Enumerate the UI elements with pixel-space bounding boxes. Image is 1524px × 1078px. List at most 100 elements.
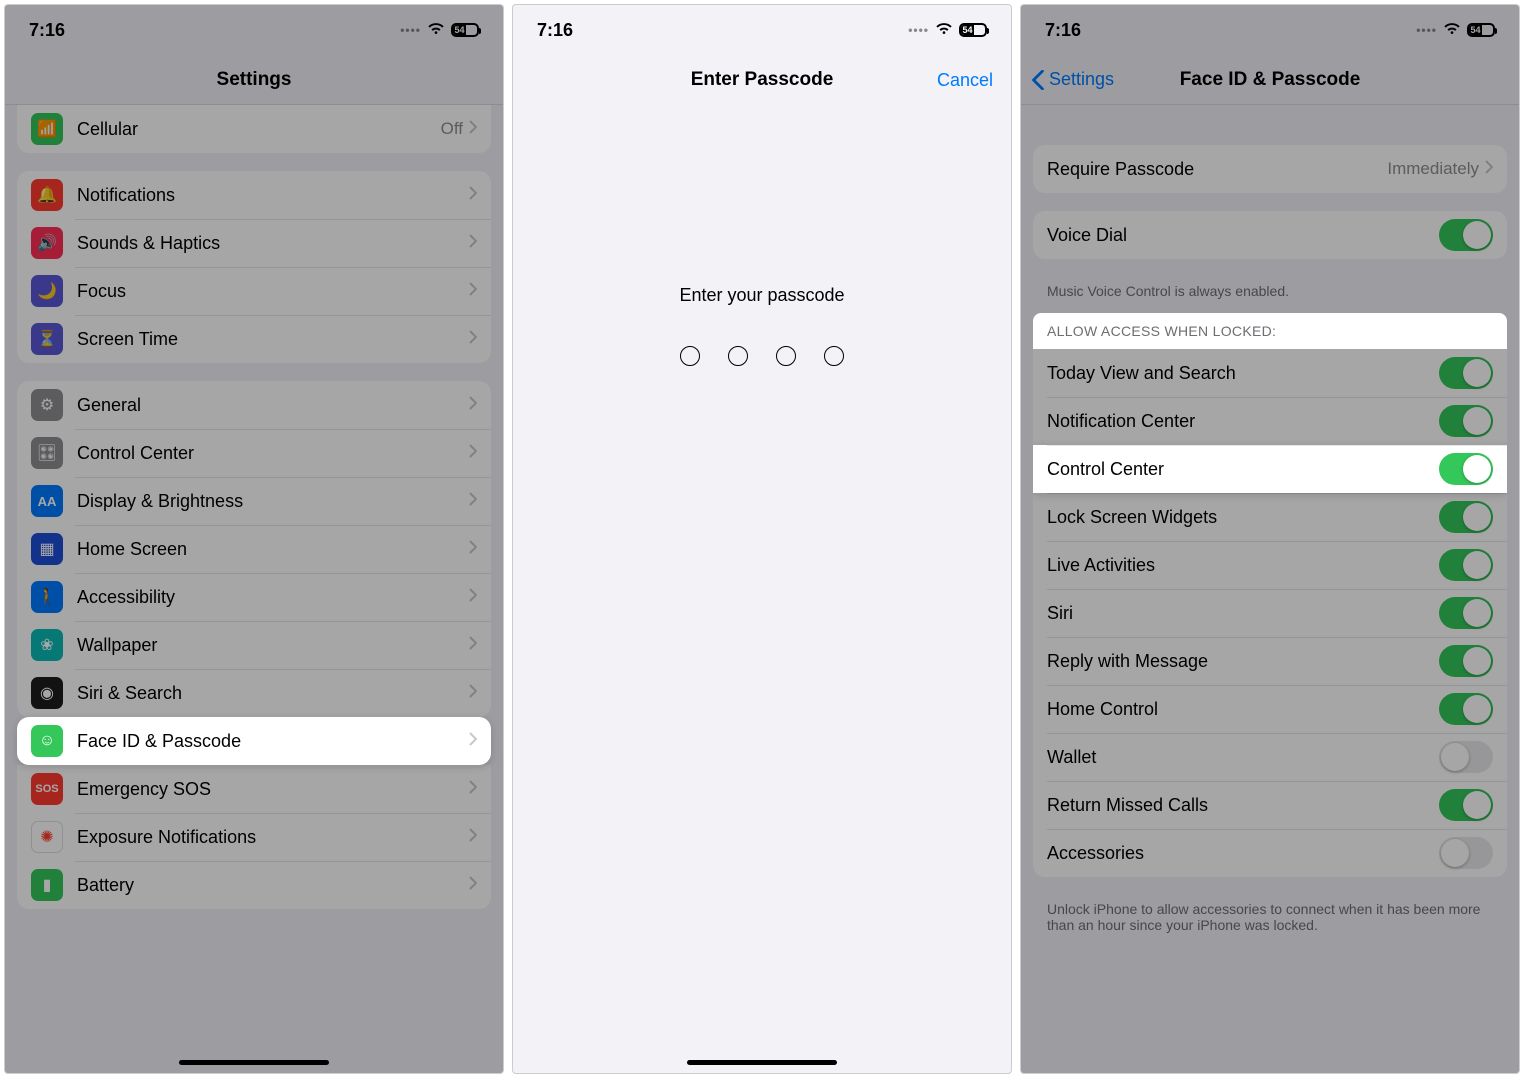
allow-siri-row[interactable]: Siri	[1033, 589, 1507, 637]
hourglass-icon: ⏳	[31, 323, 63, 355]
chevron-right-icon	[469, 828, 477, 847]
allow-return-missed-calls-row[interactable]: Return Missed Calls	[1033, 781, 1507, 829]
virus-icon: ✺	[31, 821, 63, 853]
allow-row-label: Lock Screen Widgets	[1047, 507, 1439, 528]
sliders-icon: 🎛	[31, 437, 63, 469]
nav-bar: Settings Face ID & Passcode	[1021, 55, 1519, 105]
allow-row-label: Accessories	[1047, 843, 1439, 864]
nav-bar: Settings	[5, 55, 503, 105]
cancel-button[interactable]: Cancel	[937, 70, 993, 91]
wifi-icon	[1443, 20, 1461, 41]
allow-notification-center-toggle[interactable]	[1439, 405, 1493, 437]
passcode-dot-3	[776, 346, 796, 366]
faceid-passcode-screen: 7:16 •••• 54 Settings Face ID & Passcode…	[1020, 4, 1520, 1074]
allow-row-label: Control Center	[1047, 459, 1439, 480]
status-time: 7:16	[1045, 20, 1081, 41]
allow-home-control-toggle[interactable]	[1439, 693, 1493, 725]
settings-siri-row[interactable]: ◉ Siri & Search	[17, 669, 491, 717]
settings-homescreen-row[interactable]: ▦ Home Screen	[17, 525, 491, 573]
settings-exposure-row[interactable]: ✺ Exposure Notifications	[17, 813, 491, 861]
faceid-content[interactable]: Require Passcode Immediately Voice Dial …	[1021, 105, 1519, 1073]
status-bar: 7:16 •••• 54	[1021, 5, 1519, 55]
settings-wallpaper-row[interactable]: ❀ Wallpaper	[17, 621, 491, 669]
allow-access-header: ALLOW ACCESS WHEN LOCKED:	[1033, 313, 1507, 349]
text-size-icon: AA	[31, 485, 63, 517]
status-bar: 7:16 •••• 54	[513, 5, 1011, 55]
chevron-right-icon	[469, 330, 477, 349]
settings-cellular-row[interactable]: 📶 Cellular Off	[17, 105, 491, 153]
settings-battery-row[interactable]: ▮ Battery	[17, 861, 491, 909]
antenna-icon: 📶	[31, 113, 63, 145]
settings-display-row[interactable]: AA Display & Brightness	[17, 477, 491, 525]
allow-siri-toggle[interactable]	[1439, 597, 1493, 629]
siri-icon: ◉	[31, 677, 63, 709]
chevron-right-icon	[469, 780, 477, 799]
allow-lock-screen-widgets-row[interactable]: Lock Screen Widgets	[1033, 493, 1507, 541]
home-indicator[interactable]	[687, 1060, 837, 1065]
gear-icon: ⚙	[31, 389, 63, 421]
settings-accessibility-row[interactable]: 🚶 Accessibility	[17, 573, 491, 621]
chevron-right-icon	[469, 684, 477, 703]
chevron-right-icon	[469, 234, 477, 253]
bell-icon: 🔔	[31, 179, 63, 211]
allow-control-center-row[interactable]: Control Center	[1033, 445, 1507, 493]
settings-focus-row[interactable]: 🌙 Focus	[17, 267, 491, 315]
settings-notifications-row[interactable]: 🔔 Notifications	[17, 171, 491, 219]
settings-faceid-row[interactable]: ☺ Face ID & Passcode	[17, 717, 491, 765]
chevron-right-icon	[469, 492, 477, 511]
allow-row-label: Reply with Message	[1047, 651, 1439, 672]
back-button[interactable]: Settings	[1031, 69, 1114, 90]
settings-content[interactable]: 📶 Cellular Off 🔔 Notifications 🔊 Sounds …	[5, 105, 503, 1073]
require-passcode-row[interactable]: Require Passcode Immediately	[1033, 145, 1507, 193]
allow-live-activities-toggle[interactable]	[1439, 549, 1493, 581]
chevron-left-icon	[1031, 70, 1045, 90]
voice-dial-toggle[interactable]	[1439, 219, 1493, 251]
battery-row-icon: ▮	[31, 869, 63, 901]
allow-row-label: Home Control	[1047, 699, 1439, 720]
home-indicator[interactable]	[179, 1060, 329, 1065]
status-indicators: •••• 54	[400, 20, 479, 41]
status-indicators: •••• 54	[1416, 20, 1495, 41]
allow-lock-screen-widgets-toggle[interactable]	[1439, 501, 1493, 533]
allow-row-label: Notification Center	[1047, 411, 1439, 432]
settings-faceid-row-highlight: ☺ Face ID & Passcode	[17, 717, 491, 765]
allow-accessories-toggle[interactable]	[1439, 837, 1493, 869]
wifi-icon	[427, 20, 445, 41]
allow-reply-with-message-row[interactable]: Reply with Message	[1033, 637, 1507, 685]
settings-sos-row[interactable]: SOS Emergency SOS	[17, 765, 491, 813]
allow-row-label: Siri	[1047, 603, 1439, 624]
cellular-dots-icon: ••••	[1416, 23, 1437, 37]
status-time: 7:16	[537, 20, 573, 41]
settings-general-row[interactable]: ⚙ General	[17, 381, 491, 429]
allow-today-view-and-search-row[interactable]: Today View and Search	[1033, 349, 1507, 397]
allow-return-missed-calls-toggle[interactable]	[1439, 789, 1493, 821]
chevron-right-icon	[469, 444, 477, 463]
allow-wallet-row[interactable]: Wallet	[1033, 733, 1507, 781]
settings-screentime-row[interactable]: ⏳ Screen Time	[17, 315, 491, 363]
allow-wallet-toggle[interactable]	[1439, 741, 1493, 773]
voice-dial-row[interactable]: Voice Dial	[1033, 211, 1507, 259]
chevron-right-icon	[469, 876, 477, 895]
speaker-icon: 🔊	[31, 227, 63, 259]
passcode-dot-1	[680, 346, 700, 366]
settings-control-center-row[interactable]: 🎛 Control Center	[17, 429, 491, 477]
allow-accessories-row[interactable]: Accessories	[1033, 829, 1507, 877]
status-time: 7:16	[29, 20, 65, 41]
allow-today-view-and-search-toggle[interactable]	[1439, 357, 1493, 389]
accessories-footer: Unlock iPhone to allow accessories to co…	[1021, 895, 1519, 933]
allow-control-center-toggle[interactable]	[1439, 453, 1493, 485]
allow-notification-center-row[interactable]: Notification Center	[1033, 397, 1507, 445]
chevron-right-icon	[469, 120, 477, 139]
status-bar: 7:16 •••• 54	[5, 5, 503, 55]
nav-bar: Enter Passcode Cancel	[513, 55, 1011, 105]
chevron-right-icon	[1485, 160, 1493, 179]
allow-reply-with-message-toggle[interactable]	[1439, 645, 1493, 677]
chevron-right-icon	[469, 588, 477, 607]
settings-sounds-row[interactable]: 🔊 Sounds & Haptics	[17, 219, 491, 267]
passcode-screen: 7:16 •••• 54 Enter Passcode Cancel Enter…	[512, 4, 1012, 1074]
allow-row-label: Return Missed Calls	[1047, 795, 1439, 816]
allow-home-control-row[interactable]: Home Control	[1033, 685, 1507, 733]
status-indicators: •••• 54	[908, 20, 987, 41]
allow-live-activities-row[interactable]: Live Activities	[1033, 541, 1507, 589]
allow-row-label: Wallet	[1047, 747, 1439, 768]
